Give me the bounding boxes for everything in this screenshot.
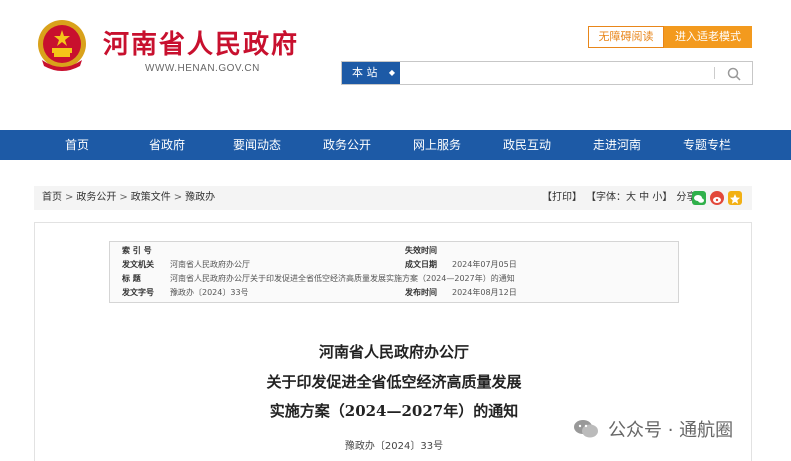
meta-row: 标 题 河南省人民政府办公厅关于印发促进全省低空经济高质量发展实施方案（2024… <box>110 272 678 286</box>
font-size-control[interactable]: 【字体：大 中 小】 <box>586 186 672 210</box>
meta-value: 豫政办〔2024〕33号 <box>170 288 249 297</box>
article-tools: 【打印】 【字体：大 中 小】 分享： <box>542 186 710 210</box>
document-meta-table: 索 引 号 失效时间 发文机关 河南省人民政府办公厅 成文日期 2024年07月… <box>109 241 679 303</box>
meta-value: 2024年08月12日 <box>452 288 517 297</box>
wechat-share-icon[interactable] <box>692 191 706 205</box>
watermark: 公众号 · 通航圈 <box>572 416 733 442</box>
breadcrumb-item-yuzhengban[interactable]: 豫政办 <box>185 186 215 210</box>
breadcrumb-separator: > <box>173 192 183 203</box>
share-icons <box>692 191 746 205</box>
site-title[interactable]: 河南省人民政府 <box>103 24 299 61</box>
nav-item-news[interactable]: 要闻动态 <box>212 130 302 160</box>
search-icon[interactable] <box>726 66 742 82</box>
wechat-watermark-icon <box>574 420 598 438</box>
meta-label: 成文日期 <box>405 260 437 269</box>
breadcrumb-bar: 首页 > 政务公开 > 政策文件 > 豫政办 【打印】 【字体：大 中 小】 分… <box>34 186 752 210</box>
search-scope-label: 本 站 <box>352 66 378 79</box>
print-link[interactable]: 【打印】 <box>542 186 582 210</box>
search-divider <box>714 67 715 79</box>
meta-value: 河南省人民政府办公厅 <box>170 260 250 269</box>
site-domain: WWW.HENAN.GOV.CN <box>145 63 260 74</box>
nav-item-topics[interactable]: 专题专栏 <box>662 130 752 160</box>
meta-value: 河南省人民政府办公厅关于印发促进全省低空经济高质量发展实施方案（2024—202… <box>170 274 515 283</box>
breadcrumb-separator: > <box>119 192 128 203</box>
search-scope-select[interactable]: 本 站 ◆ <box>342 62 400 84</box>
weibo-share-icon[interactable] <box>710 191 724 205</box>
meta-row: 发文机关 河南省人民政府办公厅 成文日期 2024年07月05日 <box>110 258 678 272</box>
meta-label: 发布时间 <box>405 288 437 297</box>
meta-row: 索 引 号 失效时间 <box>110 244 678 258</box>
document-title-line: 河南省人民政府办公厅 <box>318 343 469 361</box>
favorite-star-icon[interactable] <box>728 191 742 205</box>
meta-label: 标 题 <box>122 274 141 283</box>
accessibility-button[interactable]: 无障碍阅读 <box>588 26 664 48</box>
meta-label: 失效时间 <box>405 246 437 255</box>
site-header: 河南省人民政府 WWW.HENAN.GOV.CN 无障碍阅读 进入适老模式 本 … <box>0 0 791 130</box>
nav-item-about-henan[interactable]: 走进河南 <box>572 130 662 160</box>
breadcrumb-item-policy[interactable]: 政策文件 <box>131 186 171 210</box>
breadcrumb-item-openness[interactable]: 政务公开 <box>76 186 116 210</box>
breadcrumb: 首页 > 政务公开 > 政策文件 > 豫政办 <box>42 186 215 210</box>
nav-item-interaction[interactable]: 政民互动 <box>482 130 572 160</box>
meta-label: 发文字号 <box>122 288 154 297</box>
national-emblem-icon <box>38 20 86 71</box>
nav-item-government[interactable]: 省政府 <box>122 130 212 160</box>
watermark-text: 公众号 · 通航圈 <box>608 420 734 441</box>
nav-item-openness[interactable]: 政务公开 <box>302 130 392 160</box>
meta-label: 索 引 号 <box>122 246 152 255</box>
breadcrumb-separator: > <box>65 192 74 203</box>
elder-mode-button[interactable]: 进入适老模式 <box>664 26 752 48</box>
meta-row: 发文字号 豫政办〔2024〕33号 发布时间 2024年08月12日 <box>110 286 678 300</box>
nav-item-home[interactable]: 首页 <box>32 130 122 160</box>
meta-value: 2024年07月05日 <box>452 260 517 269</box>
updown-caret-icon: ◆ <box>388 68 395 77</box>
search-box: 本 站 ◆ <box>341 61 753 85</box>
document-title-line: 关于印发促进全省低空经济高质量发展 <box>266 373 522 391</box>
search-input[interactable] <box>402 62 712 84</box>
main-nav: 首页 省政府 要闻动态 政务公开 网上服务 政民互动 走进河南 专题专栏 <box>0 130 791 160</box>
breadcrumb-item-home[interactable]: 首页 <box>42 186 62 210</box>
meta-label: 发文机关 <box>122 260 154 269</box>
nav-item-online-service[interactable]: 网上服务 <box>392 130 482 160</box>
